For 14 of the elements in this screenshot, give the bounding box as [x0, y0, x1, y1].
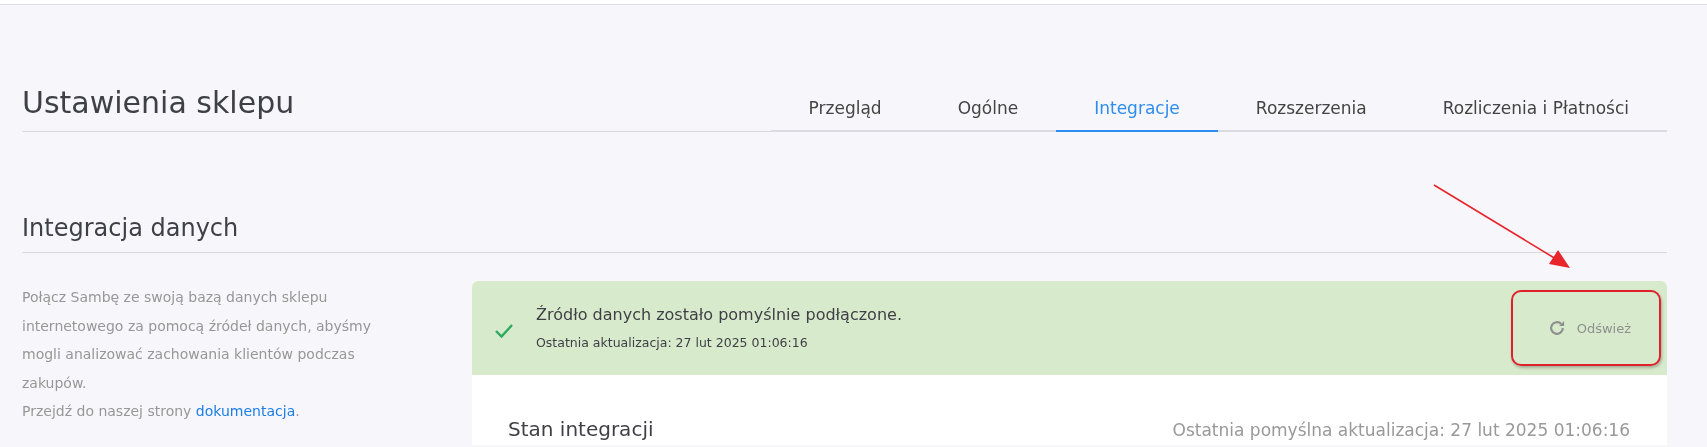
- description-text: Połącz Sambę ze swoją bazą danych sklepu internetowego za pomocą źródeł danych, abyśmy mogli analizować zachowania klientów podczas zakupów.: [22, 288, 372, 393]
- tab[interactable]: Rozszerzenia: [1217, 90, 1405, 132]
- tab[interactable]: Ogólne: [919, 90, 1057, 132]
- check-icon: [494, 323, 514, 339]
- banner-message: Źródło danych zostało pomyślnie podłączone.: [536, 304, 903, 326]
- section-heading: Integracja danych: [22, 211, 1667, 253]
- tab[interactable]: Przegląd: [770, 90, 920, 132]
- tab[interactable]: Rozliczenia i Płatności: [1404, 90, 1667, 132]
- banner-timestamp: Ostatnia aktualizacja: 27 lut 2025 01:06:16: [536, 334, 809, 352]
- documentation-text: Przejdź do naszej strony dokumentacja.: [22, 402, 301, 421]
- status-heading: Stan integracji: [508, 417, 654, 441]
- page-title: Ustawienia sklepu: [22, 84, 296, 122]
- documentation-link[interactable]: dokumentacja: [195, 403, 296, 419]
- last-success-text: Ostatnia pomyślna aktualizacja: 27 lut 2025 01:06:16: [1172, 420, 1630, 440]
